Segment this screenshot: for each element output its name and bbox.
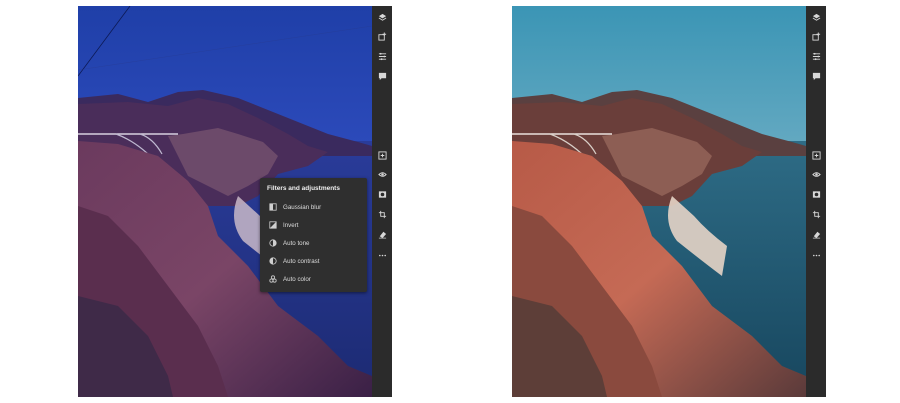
filters-menu: Filters and adjustments Gaussian blur In… <box>260 178 367 292</box>
menu-item-auto-tone[interactable]: Auto tone <box>260 235 367 251</box>
gaussian-blur-icon <box>268 203 277 212</box>
before-panel: Filters and adjustments Gaussian blur In… <box>78 6 392 397</box>
auto-tone-icon <box>268 239 277 248</box>
comments-icon[interactable] <box>810 70 822 82</box>
menu-item-label: Auto tone <box>283 239 310 247</box>
eraser-icon[interactable] <box>376 228 388 240</box>
menu-item-label: Gaussian blur <box>283 203 322 211</box>
mask-icon[interactable] <box>376 188 388 200</box>
menu-item-label: Auto color <box>283 275 311 283</box>
menu-title: Filters and adjustments <box>267 185 340 192</box>
after-photo <box>512 6 806 397</box>
more-icon[interactable] <box>376 249 388 261</box>
mask-icon[interactable] <box>810 188 822 200</box>
tool-rail <box>806 6 826 397</box>
auto-color-icon <box>268 275 277 284</box>
menu-item-auto-contrast[interactable]: Auto contrast <box>260 253 367 269</box>
filters-icon[interactable] <box>810 149 822 161</box>
adjustments-icon[interactable] <box>810 50 822 62</box>
menu-item-gaussian-blur[interactable]: Gaussian blur <box>260 199 367 215</box>
menu-item-invert[interactable]: Invert <box>260 217 367 233</box>
menu-item-label: Invert <box>283 221 299 229</box>
add-layer-icon[interactable] <box>376 30 388 42</box>
filters-icon[interactable] <box>376 149 388 161</box>
layers-icon[interactable] <box>376 11 388 23</box>
visibility-icon[interactable] <box>376 168 388 180</box>
eraser-icon[interactable] <box>810 228 822 240</box>
menu-item-auto-color[interactable]: Auto color <box>260 271 367 287</box>
crop-icon[interactable] <box>810 208 822 220</box>
menu-item-label: Auto contrast <box>283 257 320 265</box>
adjustments-icon[interactable] <box>376 50 388 62</box>
layers-icon[interactable] <box>810 11 822 23</box>
auto-contrast-icon <box>268 257 277 266</box>
crop-icon[interactable] <box>376 208 388 220</box>
tool-rail <box>372 6 392 397</box>
comments-icon[interactable] <box>376 70 388 82</box>
invert-icon <box>268 221 277 230</box>
more-icon[interactable] <box>810 249 822 261</box>
after-panel <box>512 6 826 397</box>
add-layer-icon[interactable] <box>810 30 822 42</box>
visibility-icon[interactable] <box>810 168 822 180</box>
